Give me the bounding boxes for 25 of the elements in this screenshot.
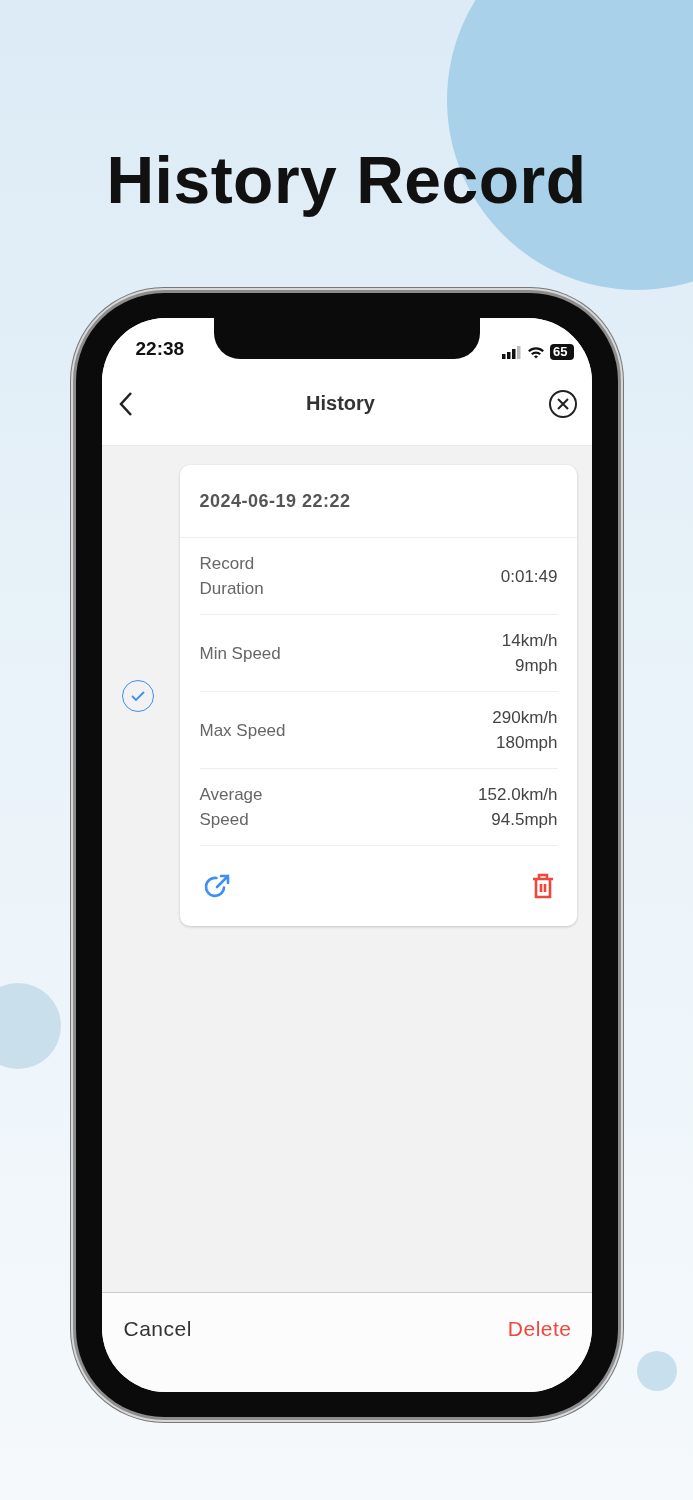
stat-value: 180mph (496, 732, 558, 754)
stat-value: 0:01:49 (500, 565, 558, 588)
status-time: 22:38 (135, 338, 185, 360)
stat-value: 14km/h (501, 630, 558, 652)
headline: History Record (106, 142, 587, 219)
cancel-button[interactable]: Cancel (123, 1315, 192, 1343)
stat-label: Min Speed (199, 642, 281, 665)
close-icon[interactable] (547, 388, 578, 419)
wifi-icon (527, 345, 546, 359)
stat-value: 94.5mph (491, 809, 558, 831)
nav-title: History (306, 392, 375, 415)
stat-value: 152.0km/h (478, 784, 558, 806)
check-icon (129, 689, 146, 702)
share-icon[interactable] (203, 872, 232, 900)
decorative-circle (637, 1351, 677, 1391)
stat-value: 9mph (514, 655, 558, 677)
stat-label: Average Speed (199, 784, 264, 831)
stat-label: Record Duration (199, 553, 265, 600)
delete-button[interactable]: Delete (507, 1315, 572, 1343)
record-date: 2024-06-19 22:22 (199, 490, 351, 512)
stat-value: 290km/h (492, 707, 558, 729)
signal-icon (502, 345, 523, 359)
battery-level: 65 (550, 344, 574, 360)
back-icon[interactable] (117, 390, 134, 417)
stat-label: Max Speed (199, 719, 286, 742)
